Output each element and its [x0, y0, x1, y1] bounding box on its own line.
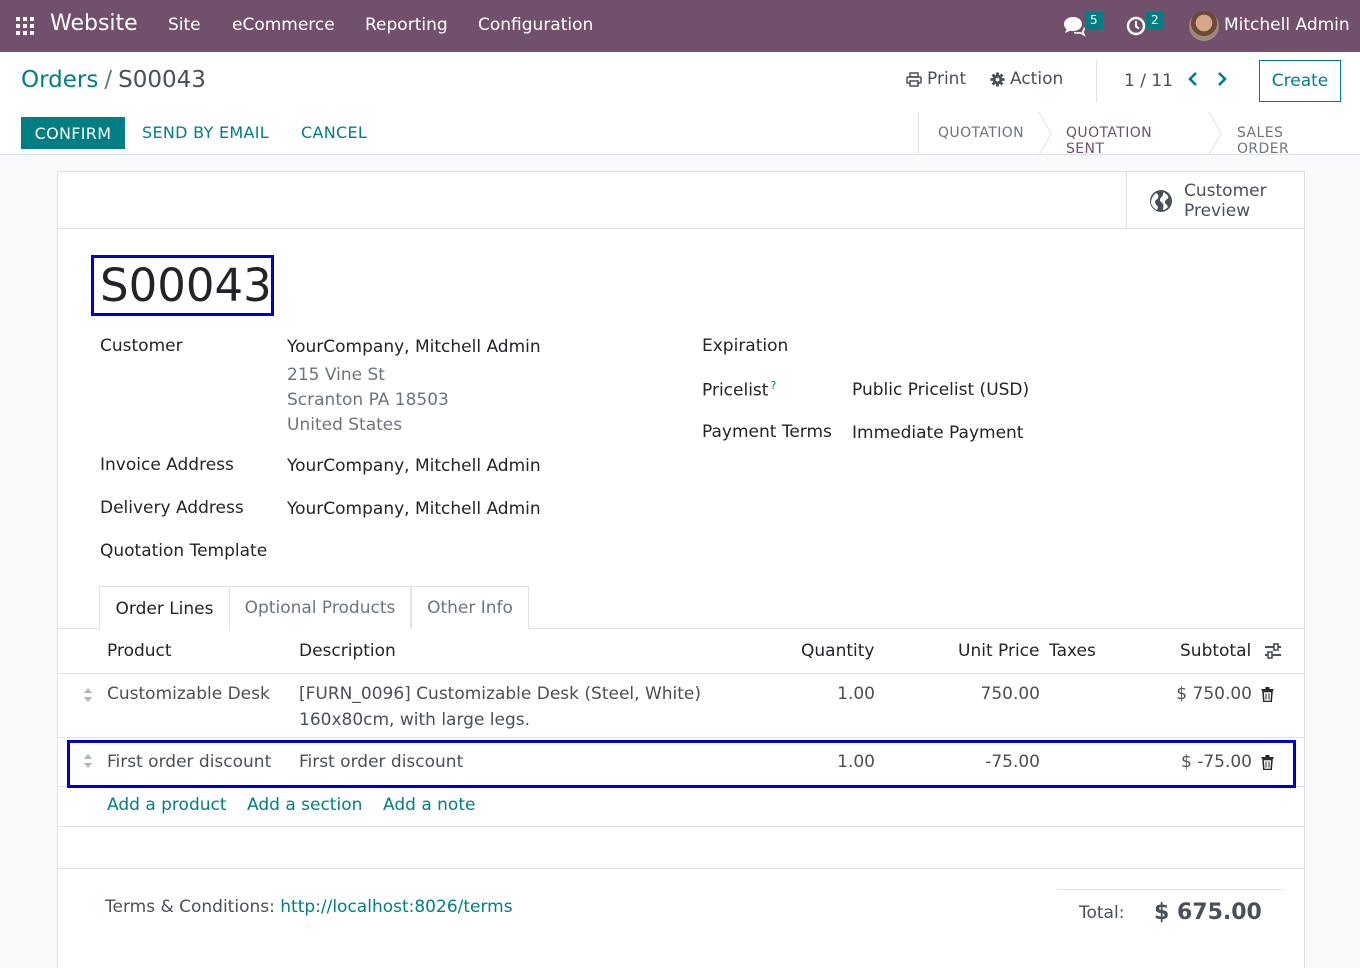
selected-row-highlight	[67, 740, 1296, 788]
status-sales-order[interactable]: SALES ORDER	[1237, 125, 1289, 157]
terms-label: Terms & Conditions:	[105, 897, 275, 917]
print-icon	[906, 71, 922, 87]
cell-description-line2: 160x80cm, with large legs.	[299, 710, 531, 730]
confirm-button[interactable]: CONFIRM	[21, 117, 125, 149]
messages-count-badge: 5	[1085, 12, 1103, 29]
order-lines-header: Product Description Quantity Unit Price …	[58, 629, 1304, 674]
delivery-address-label: Delivery Address	[100, 498, 244, 518]
invoice-address-label: Invoice Address	[100, 455, 234, 475]
breadcrumb-orders-link[interactable]: Orders	[21, 67, 98, 93]
pager-divider	[1096, 60, 1097, 102]
pricelist-label: Pricelist?	[702, 379, 776, 401]
pager-next-icon[interactable]	[1216, 71, 1228, 92]
delivery-address-field[interactable]: YourCompany, Mitchell Admin	[287, 499, 541, 519]
add-product-link[interactable]: Add a product	[107, 795, 227, 815]
customer-country: United States	[287, 415, 403, 435]
cell-subtotal: $ 750.00	[1176, 684, 1252, 704]
send-by-email-button[interactable]: SEND BY EMAIL	[142, 123, 269, 142]
activities-clock-icon[interactable]	[1126, 15, 1148, 37]
app-brand[interactable]: Website	[50, 11, 138, 36]
status-separator-chevron	[1208, 112, 1222, 155]
cancel-button[interactable]: CANCEL	[301, 123, 367, 142]
print-button[interactable]: Print	[906, 69, 966, 89]
payment-terms-field[interactable]: Immediate Payment	[852, 423, 1023, 443]
customer-city: Scranton PA 18503	[287, 390, 449, 410]
customer-field[interactable]: YourCompany, Mitchell Admin	[287, 337, 541, 357]
breadcrumb: Orders / S00043	[21, 67, 206, 93]
gear-icon	[990, 71, 1005, 87]
column-description[interactable]: Description	[299, 641, 396, 661]
column-unit-price[interactable]: Unit Price	[958, 641, 1039, 661]
breadcrumb-separator: /	[104, 67, 113, 93]
expiration-label: Expiration	[702, 336, 789, 356]
terms-conditions: Terms & Conditions: http://localhost:802…	[105, 897, 513, 917]
menu-configuration[interactable]: Configuration	[478, 15, 593, 35]
menu-site[interactable]: Site	[168, 15, 201, 35]
table-row[interactable]: Customizable Desk [FURN_0096] Customizab…	[58, 674, 1304, 738]
menu-ecommerce[interactable]: eCommerce	[232, 15, 335, 35]
tab-order-lines[interactable]: Order Lines	[99, 586, 230, 630]
status-bar: QUOTATION QUOTATION SENT SALES ORDER	[918, 112, 1289, 157]
status-separator-chevron	[1038, 112, 1052, 155]
pricelist-label-text: Pricelist	[702, 380, 769, 401]
total-separator	[1057, 889, 1283, 890]
activities-count-badge: 2	[1146, 12, 1164, 29]
add-section-link[interactable]: Add a section	[247, 795, 362, 815]
create-button[interactable]: Create	[1259, 60, 1341, 102]
pricelist-field[interactable]: Public Pricelist (USD)	[852, 380, 1029, 400]
delete-line-trash-icon[interactable]	[1261, 687, 1274, 702]
print-label: Print	[927, 69, 967, 89]
status-quotation[interactable]: QUOTATION	[938, 125, 1024, 141]
column-product[interactable]: Product	[107, 641, 172, 661]
pager-previous-icon[interactable]	[1187, 71, 1199, 92]
breadcrumb-current: S00043	[118, 67, 206, 93]
customer-preview-button[interactable]: Customer Preview	[1126, 172, 1304, 229]
add-line-controls: Add a product Add a section Add a note	[58, 787, 1304, 827]
column-subtotal[interactable]: Subtotal	[1180, 641, 1251, 661]
tab-optional-products[interactable]: Optional Products	[229, 586, 411, 629]
tab-other-info[interactable]: Other Info	[411, 586, 529, 629]
add-note-link[interactable]: Add a note	[383, 795, 475, 815]
user-menu-name[interactable]: Mitchell Admin	[1224, 15, 1350, 35]
customer-preview-line2: Preview	[1184, 201, 1251, 221]
quotation-template-label: Quotation Template	[100, 541, 268, 561]
globe-icon	[1150, 190, 1172, 212]
invoice-address-field[interactable]: YourCompany, Mitchell Admin	[287, 456, 541, 476]
status-quotation-sent[interactable]: QUOTATION SENT	[1066, 125, 1152, 157]
column-quantity[interactable]: Quantity	[801, 641, 874, 661]
form-sheet: Customer Preview S00043 Customer YourCom…	[57, 171, 1305, 968]
optional-columns-icon[interactable]	[1264, 643, 1282, 659]
drag-handle-icon[interactable]	[83, 688, 93, 702]
cell-product[interactable]: Customizable Desk	[107, 684, 270, 704]
smart-button-box: Customer Preview	[58, 172, 1304, 229]
notebook-tabs: Order Lines Optional Products Other Info	[58, 586, 1304, 630]
action-button[interactable]: Action	[990, 69, 1063, 89]
app-menu-icon[interactable]	[16, 17, 34, 35]
record-title: S00043	[91, 255, 274, 316]
cell-description[interactable]: [FURN_0096] Customizable Desk (Steel, Wh…	[299, 684, 701, 704]
control-panel: Orders / S00043 Print Action 1 / 11 Create…	[0, 52, 1360, 157]
section-divider	[58, 868, 1304, 869]
customer-street: 215 Vine St	[287, 365, 385, 385]
top-navbar: Website Site eCommerce Reporting Configu…	[0, 0, 1360, 52]
pager-value[interactable]: 1 / 11	[1124, 71, 1173, 91]
total-value: $ 675.00	[1154, 900, 1262, 925]
quotation-template-field[interactable]	[287, 541, 667, 563]
user-avatar[interactable]	[1189, 11, 1219, 41]
cell-quantity[interactable]: 1.00	[775, 684, 875, 704]
cell-unit-price[interactable]: 750.00	[940, 684, 1040, 704]
column-taxes[interactable]: Taxes	[1049, 641, 1096, 661]
pricelist-help-tooltip[interactable]: ?	[770, 379, 776, 392]
menu-reporting[interactable]: Reporting	[365, 15, 448, 35]
customer-label: Customer	[100, 336, 183, 356]
customer-preview-label: Customer Preview	[1184, 181, 1267, 221]
total-label: Total:	[1079, 903, 1125, 923]
action-label: Action	[1010, 69, 1064, 89]
customer-preview-line1: Customer	[1184, 181, 1267, 201]
payment-terms-label: Payment Terms	[702, 422, 832, 442]
expiration-field[interactable]	[852, 336, 1232, 358]
messages-icon[interactable]	[1062, 15, 1086, 37]
terms-link[interactable]: http://localhost:8026/terms	[280, 897, 512, 917]
